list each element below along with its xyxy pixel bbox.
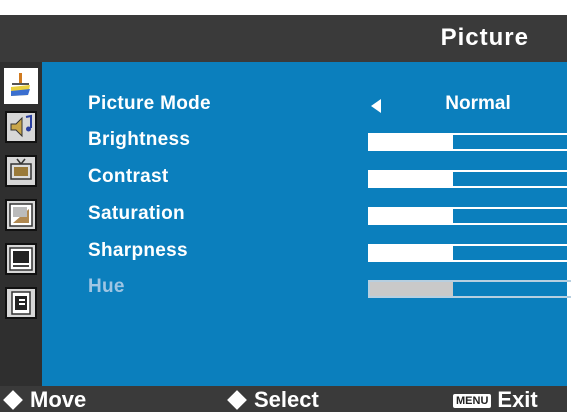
slider-fill bbox=[370, 282, 454, 296]
sidebar-item-setup[interactable] bbox=[5, 243, 37, 275]
audio-icon bbox=[10, 114, 32, 138]
menu-header: Picture bbox=[0, 15, 567, 62]
brightness-row[interactable]: Brightness bbox=[88, 129, 571, 155]
arrow-left-icon[interactable] bbox=[371, 99, 381, 113]
slider-fill bbox=[370, 135, 454, 149]
sidebar-item-feature[interactable] bbox=[5, 287, 37, 319]
picture-mode-value: Normal bbox=[445, 93, 511, 114]
saturation-row[interactable]: Saturation bbox=[88, 203, 571, 229]
select-label: Select bbox=[254, 387, 319, 412]
slider-fill bbox=[370, 246, 454, 260]
tv-icon bbox=[10, 158, 32, 180]
picture-icon bbox=[11, 73, 30, 96]
move-hint: Move bbox=[2, 387, 86, 413]
diamond-icon bbox=[227, 390, 247, 411]
setup-icon bbox=[9, 247, 33, 271]
osd-menu: Picture Picture Mode Normal Brightness C… bbox=[0, 15, 571, 412]
saturation-slider[interactable] bbox=[368, 207, 571, 225]
menu-key-icon: MENU bbox=[453, 394, 492, 409]
sidebar-item-tv[interactable] bbox=[5, 155, 37, 187]
picture-mode-label: Picture Mode bbox=[88, 93, 211, 114]
slider-fill bbox=[370, 209, 454, 223]
contrast-label: Contrast bbox=[88, 166, 169, 187]
sharpness-slider[interactable] bbox=[368, 244, 571, 262]
sidebar-item-picture[interactable] bbox=[4, 68, 38, 104]
sharpness-row[interactable]: Sharpness bbox=[88, 240, 571, 266]
hue-slider bbox=[368, 280, 571, 298]
hue-label: Hue bbox=[88, 276, 125, 297]
feature-icon bbox=[11, 291, 31, 315]
picture-mode-row[interactable]: Picture Mode Normal bbox=[88, 93, 571, 119]
page-title: Picture bbox=[440, 24, 529, 51]
key-hints-bar: Move Select MENU Exit bbox=[0, 386, 567, 412]
settings-panel: Picture Mode Normal Brightness Contrast … bbox=[42, 62, 571, 386]
contrast-row[interactable]: Contrast bbox=[88, 166, 571, 192]
brightness-slider[interactable] bbox=[368, 133, 571, 151]
diamond-icon bbox=[3, 390, 23, 411]
saturation-label: Saturation bbox=[88, 203, 185, 224]
contrast-slider[interactable] bbox=[368, 170, 571, 188]
sidebar-item-audio[interactable] bbox=[5, 111, 37, 143]
category-sidebar bbox=[0, 62, 42, 386]
slider-fill bbox=[370, 172, 454, 186]
select-hint: Select bbox=[226, 387, 319, 413]
move-label: Move bbox=[30, 387, 87, 412]
hue-row: Hue bbox=[88, 276, 571, 302]
sharpness-label: Sharpness bbox=[88, 240, 188, 261]
brightness-label: Brightness bbox=[88, 129, 191, 150]
exit-label: Exit bbox=[497, 387, 538, 412]
window-icon bbox=[9, 203, 33, 227]
exit-hint: MENU Exit bbox=[453, 387, 538, 413]
sidebar-item-window[interactable] bbox=[5, 199, 37, 231]
